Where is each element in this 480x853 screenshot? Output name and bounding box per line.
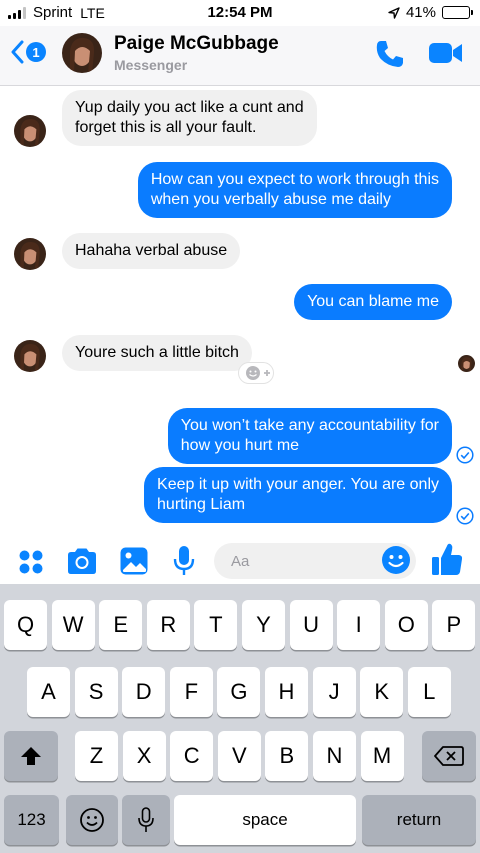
- key-a[interactable]: A: [27, 667, 70, 717]
- key-f[interactable]: F: [169, 667, 213, 717]
- dictation-key[interactable]: [122, 795, 170, 845]
- key-c[interactable]: C: [170, 731, 214, 781]
- emoji-icon: [80, 808, 104, 832]
- keyboard-row-3: ZXCVBNM: [0, 731, 480, 781]
- key-j[interactable]: J: [312, 667, 356, 717]
- key-s[interactable]: S: [74, 667, 118, 717]
- message-input-placeholder: Aa: [231, 553, 250, 570]
- key-g[interactable]: G: [217, 667, 261, 717]
- thumbs-up-icon[interactable]: [430, 542, 464, 578]
- key-n[interactable]: N: [313, 731, 356, 781]
- message-line: Youre such a little bitch: [75, 344, 239, 361]
- shift-key[interactable]: [4, 731, 58, 781]
- space-key[interactable]: space: [174, 795, 356, 845]
- key-b[interactable]: B: [265, 731, 309, 781]
- key-t[interactable]: T: [194, 600, 238, 650]
- composer-bar: Aa: [0, 538, 480, 584]
- emoji-icon[interactable]: [381, 542, 411, 578]
- outgoing-message[interactable]: How can you expect to work through this …: [137, 162, 452, 218]
- back-button[interactable]: 1: [10, 40, 46, 64]
- video-call-icon[interactable]: [428, 40, 464, 66]
- key-p[interactable]: P: [432, 600, 476, 650]
- sender-avatar[interactable]: [14, 238, 46, 270]
- key-h[interactable]: H: [265, 667, 308, 717]
- key-z[interactable]: Z: [75, 731, 118, 781]
- delivered-check-icon: [456, 507, 474, 525]
- chevron-left-icon: [11, 40, 24, 64]
- message-line: forget this is all your fault.: [75, 119, 257, 136]
- conversation-header: 1 Paige McGubbage Messenger: [0, 26, 480, 86]
- message-line: Keep it up with your anger. You are only: [157, 476, 439, 493]
- sender-avatar[interactable]: [14, 115, 46, 147]
- message-line: when you verbally abuse me daily: [150, 191, 391, 208]
- message-line: hurting Liam: [157, 496, 246, 513]
- key-i[interactable]: I: [337, 600, 381, 650]
- key-w[interactable]: W: [51, 600, 95, 650]
- location-arrow-icon: [388, 6, 400, 19]
- contact-avatar[interactable]: [62, 33, 102, 73]
- key-v[interactable]: V: [217, 731, 261, 781]
- add-reaction-button[interactable]: [238, 362, 274, 384]
- return-key[interactable]: return: [362, 795, 476, 845]
- contact-name[interactable]: Paige McGubbage: [114, 33, 279, 55]
- incoming-message[interactable]: Youre such a little bitch: [62, 335, 252, 371]
- more-apps-icon[interactable]: [17, 548, 45, 576]
- unread-badge: 1: [26, 42, 46, 62]
- outgoing-message[interactable]: You can blame me: [294, 284, 452, 320]
- message-line: Yup daily you act like a cunt and: [75, 99, 304, 116]
- key-u[interactable]: U: [289, 600, 333, 650]
- battery-icon: [442, 6, 473, 19]
- microphone-icon: [138, 807, 154, 832]
- key-r[interactable]: R: [146, 600, 190, 650]
- on-screen-keyboard: QWERTYUIOP ASDFGHJKL ZXCVBNM 123 space r…: [0, 584, 480, 853]
- key-o[interactable]: O: [384, 600, 428, 650]
- key-k[interactable]: K: [360, 667, 404, 717]
- status-right: 41%: [388, 4, 473, 21]
- backspace-icon: [434, 746, 464, 766]
- incoming-message[interactable]: Yup daily you act like a cunt and forget…: [62, 90, 317, 146]
- key-x[interactable]: X: [122, 731, 166, 781]
- message-line: You can blame me: [307, 293, 439, 310]
- delivered-check-icon: [456, 446, 474, 464]
- read-receipt-avatar: [458, 355, 475, 372]
- key-l[interactable]: L: [407, 667, 451, 717]
- message-line: How can you expect to work through this: [150, 171, 439, 188]
- battery-percent: 41%: [405, 4, 436, 21]
- key-m[interactable]: M: [360, 731, 404, 781]
- header-subtitle: Messenger: [114, 57, 188, 73]
- key-e[interactable]: E: [99, 600, 143, 650]
- camera-icon[interactable]: [66, 547, 98, 575]
- shift-arrow-icon: [21, 747, 41, 765]
- outgoing-message[interactable]: Keep it up with your anger. You are only…: [144, 467, 452, 523]
- emoji-keyboard-key[interactable]: [66, 795, 118, 845]
- add-reaction-icon: [246, 366, 270, 380]
- message-line: how you hurt me: [180, 437, 300, 454]
- keyboard-row-4: 123 space return: [0, 795, 480, 845]
- sender-avatar[interactable]: [14, 340, 46, 372]
- outgoing-message[interactable]: You won’t take any accountability for ho…: [167, 408, 452, 464]
- key-q[interactable]: Q: [4, 600, 47, 650]
- numbers-key[interactable]: 123: [4, 795, 59, 845]
- status-bar: Sprint LTE 12:54 PM 41%: [0, 0, 480, 26]
- message-line: You won’t take any accountability for: [180, 417, 439, 434]
- message-line: Hahaha verbal abuse: [75, 242, 228, 259]
- keyboard-row-2: ASDFGHJKL: [0, 667, 480, 717]
- microphone-icon[interactable]: [172, 545, 196, 577]
- photo-gallery-icon[interactable]: [119, 546, 149, 576]
- message-list[interactable]: Yup daily you act like a cunt and forget…: [0, 87, 480, 538]
- key-d[interactable]: D: [122, 667, 166, 717]
- phone-icon[interactable]: [374, 38, 406, 70]
- incoming-message[interactable]: Hahaha verbal abuse: [62, 233, 241, 269]
- keyboard-row-1: QWERTYUIOP: [0, 600, 480, 650]
- backspace-key[interactable]: [422, 731, 476, 781]
- key-y[interactable]: Y: [242, 600, 285, 650]
